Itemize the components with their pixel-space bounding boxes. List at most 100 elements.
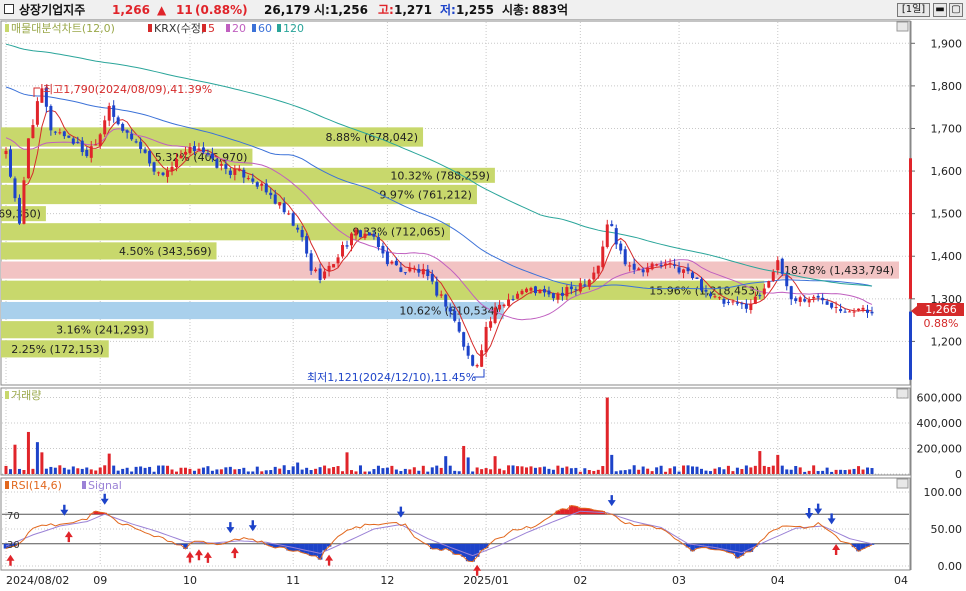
candle-body [771, 271, 775, 281]
candle-body [619, 243, 623, 251]
candle-body [493, 307, 497, 323]
volume-bar [201, 467, 205, 474]
rsi-oversold-fill [461, 543, 466, 557]
candle-body [722, 298, 726, 304]
volume-bar [803, 471, 807, 474]
volume-bar [682, 465, 686, 474]
volume-bar [691, 466, 695, 474]
volume-bar [583, 468, 587, 474]
volume-bar [668, 468, 672, 474]
volume-bar [103, 465, 107, 474]
candle-body [731, 301, 735, 303]
candle-body [354, 229, 358, 236]
candle-body [861, 307, 865, 310]
volume-bar [350, 470, 354, 474]
volume-bar [26, 431, 30, 474]
candle-body [210, 153, 214, 159]
candle-body [139, 141, 143, 149]
legend-ma20: 20 [232, 22, 246, 35]
volume-bar [345, 452, 349, 474]
rsi-oversold-fill [730, 543, 736, 554]
range-bar [909, 158, 912, 299]
volume-bar [592, 470, 596, 474]
candle-body [471, 355, 475, 366]
candle-body [67, 135, 71, 138]
candle-body [803, 299, 807, 302]
candle-body [408, 268, 412, 272]
volume-bar [13, 444, 17, 474]
candle-body [367, 232, 371, 236]
candle-body [816, 295, 820, 298]
candle-body [260, 183, 264, 186]
volume-bar [385, 467, 389, 474]
volume-bar [305, 467, 309, 474]
candle-body [94, 144, 98, 146]
candle-body [237, 168, 241, 171]
candle-body [327, 265, 331, 272]
candle-body [524, 288, 528, 293]
candle-body [637, 268, 641, 271]
candle-body [578, 283, 582, 292]
volume-bar [444, 456, 448, 474]
candle-body [556, 293, 560, 300]
candle-body [520, 290, 524, 295]
volume-panel-scroll-handle[interactable] [896, 388, 909, 399]
candle-body [812, 296, 816, 299]
candle-body [8, 149, 12, 177]
volume-bar [341, 471, 345, 474]
candle-body [417, 268, 421, 273]
volume-bar [780, 465, 784, 474]
candle-body [650, 263, 654, 270]
volume-bar [291, 466, 295, 474]
candle-body [507, 299, 511, 306]
candle-body [314, 269, 318, 272]
candle-body [664, 263, 668, 266]
volume-bar [767, 466, 771, 474]
candle-body [13, 178, 17, 199]
volume-bar [861, 469, 865, 474]
candle-body [762, 288, 766, 295]
candle-body [134, 141, 138, 143]
candle-body [345, 245, 349, 247]
volume-bar [866, 467, 870, 474]
volume-bar [399, 471, 403, 474]
volume-bar [529, 466, 533, 474]
volume-bar [825, 467, 829, 474]
candle-body [668, 263, 672, 265]
volume-bar [538, 467, 542, 474]
x-tick-label: 11 [286, 574, 300, 587]
candle-body [632, 263, 636, 270]
candle-body [179, 155, 183, 159]
price-tick-label: 1,800 [931, 80, 963, 93]
x-tick-label: 02 [573, 574, 587, 587]
volume-bar [807, 470, 811, 474]
price-panel-scroll-handle[interactable] [896, 21, 909, 32]
rsi-tick-label: 0.00 [938, 560, 963, 573]
candle-body [691, 272, 695, 279]
volume-bar [219, 469, 223, 474]
rsi-panel-scroll-handle[interactable] [896, 478, 909, 489]
candle-body [49, 106, 53, 131]
volume-tick-label: 200,000 [917, 443, 963, 456]
candle-body [175, 159, 179, 168]
volume-bar [188, 468, 192, 474]
x-tick-label: 09 [93, 574, 107, 587]
volume-bar [457, 471, 461, 474]
rsi-oversold-fill [313, 543, 318, 556]
candle-body [466, 345, 470, 356]
candle-body [17, 197, 21, 224]
candle-body [130, 133, 134, 140]
volume-bar [390, 465, 394, 474]
candle-body [583, 284, 587, 286]
volume-bar [439, 467, 443, 474]
volume-bar [394, 469, 398, 474]
candle-body [695, 277, 699, 279]
volume-bar [641, 466, 645, 474]
volume-bar [336, 466, 340, 474]
candle-body [273, 194, 277, 204]
candle-body [35, 101, 39, 125]
candle-body [26, 138, 30, 179]
candle-body [565, 287, 569, 297]
volume-bar [771, 465, 775, 474]
volume-bar [749, 467, 753, 474]
